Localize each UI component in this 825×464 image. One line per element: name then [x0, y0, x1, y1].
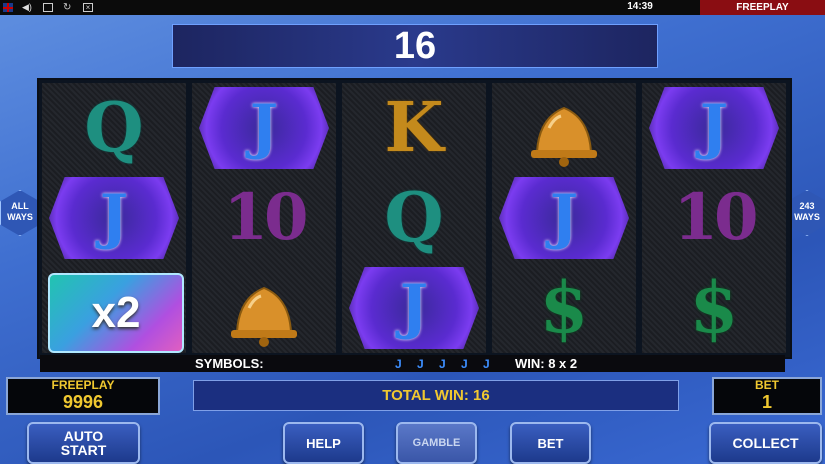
close-icon[interactable]: ×: [83, 3, 93, 12]
bell-icon: [231, 286, 297, 347]
mode-badge: FREEPLAY: [700, 0, 825, 15]
refresh-icon[interactable]: ↻: [63, 3, 73, 13]
reel-5: J 10 $: [642, 83, 786, 353]
dollar-icon: $: [539, 266, 589, 349]
symbol-q: Q: [84, 88, 144, 168]
symbol-10: 10: [223, 180, 308, 255]
win-highlight-frame: J: [349, 267, 479, 349]
symbols-label: SYMBOLS:: [195, 356, 264, 371]
symbol-j-highlighted: J: [642, 83, 786, 173]
bet-value: 1: [761, 392, 772, 412]
symbol-j-highlighted: J: [42, 173, 186, 263]
winning-symbols: J J J J J: [395, 357, 496, 371]
symbol-k: K: [384, 88, 444, 168]
clock: 14:39: [627, 1, 653, 12]
all-ways-indicator: ALL WAYS: [0, 190, 40, 236]
reel-1: Q J x2: [42, 83, 186, 353]
symbol-j-highlighted: J: [492, 173, 636, 263]
balance-value: 9996: [62, 392, 104, 412]
multiplier-x2-symbol: x2: [48, 273, 184, 353]
symbol-j-highlighted: J: [342, 263, 486, 353]
win-highlight-frame: J: [199, 87, 329, 169]
bet-label: BET: [755, 378, 779, 392]
symbol-q: Q: [384, 178, 444, 258]
win-display: 16: [172, 24, 658, 68]
sound-icon[interactable]: ◀): [22, 3, 32, 12]
bet-box: BET 1: [712, 377, 822, 415]
reel-3: K Q J: [342, 83, 486, 353]
fullscreen-icon[interactable]: [43, 3, 53, 12]
reel-4: J $: [492, 83, 636, 353]
bell-icon: [192, 263, 336, 353]
win-highlight-frame: J: [49, 177, 179, 259]
top-status-bar: ◀) ↻ × 14:39 FREEPLAY: [0, 0, 825, 15]
gamble-button[interactable]: GAMBLE: [396, 422, 477, 464]
reels-area: Q J x2 J 10 K Q J J $ J 10 $: [37, 78, 792, 359]
flag-uk-icon[interactable]: [3, 3, 13, 12]
line-win: WIN: 8 x 2: [515, 356, 578, 371]
total-win: TOTAL WIN: 16: [193, 380, 679, 411]
bell-icon: [531, 106, 597, 167]
243-ways-indicator: 243 WAYS: [787, 190, 825, 236]
collect-button[interactable]: COLLECT: [709, 422, 822, 464]
win-highlight-frame: J: [499, 177, 629, 259]
bet-button[interactable]: BET: [510, 422, 591, 464]
reel-2: J 10: [192, 83, 336, 353]
symbol-10: 10: [673, 180, 758, 255]
help-button[interactable]: HELP: [283, 422, 364, 464]
win-info-strip: SYMBOLS: J J J J J WIN: 8 x 2: [40, 355, 785, 372]
symbol-j-highlighted: J: [192, 83, 336, 173]
balance-label: FREEPLAY: [51, 378, 115, 392]
dollar-icon: $: [689, 266, 739, 349]
win-highlight-frame: J: [649, 87, 779, 169]
balance-box: FREEPLAY 9996: [6, 377, 160, 415]
bell-icon: [492, 83, 636, 173]
auto-start-button[interactable]: AUTO START: [27, 422, 140, 464]
